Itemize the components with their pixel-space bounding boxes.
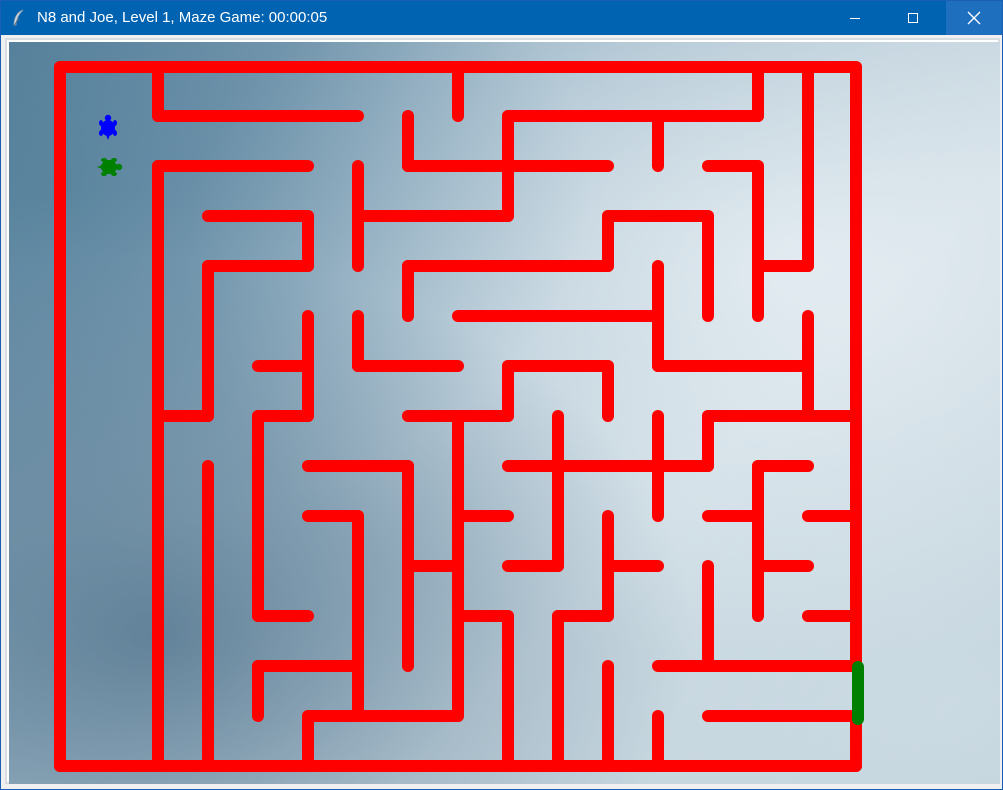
minimize-icon: [850, 18, 860, 19]
maze-walls: [54, 61, 862, 772]
maze-game-window: N8 and Joe, Level 1, Maze Game: 00:00:05: [0, 0, 1003, 790]
feather-icon: [13, 9, 24, 27]
title-bar[interactable]: N8 and Joe, Level 1, Maze Game: 00:00:05: [1, 1, 1002, 35]
close-icon: [967, 11, 981, 25]
close-button[interactable]: [946, 1, 1002, 35]
maximize-icon: [908, 13, 918, 23]
window-title: N8 and Joe, Level 1, Maze Game: 00:00:05: [37, 9, 328, 26]
turtle-icon: [99, 114, 117, 140]
turtle-icon: [97, 158, 123, 176]
maze: [54, 61, 864, 772]
minimize-button[interactable]: [832, 1, 878, 35]
game-canvas-frame: [5, 38, 1000, 784]
maximize-button[interactable]: [890, 1, 936, 35]
game-canvas[interactable]: [9, 42, 1000, 784]
